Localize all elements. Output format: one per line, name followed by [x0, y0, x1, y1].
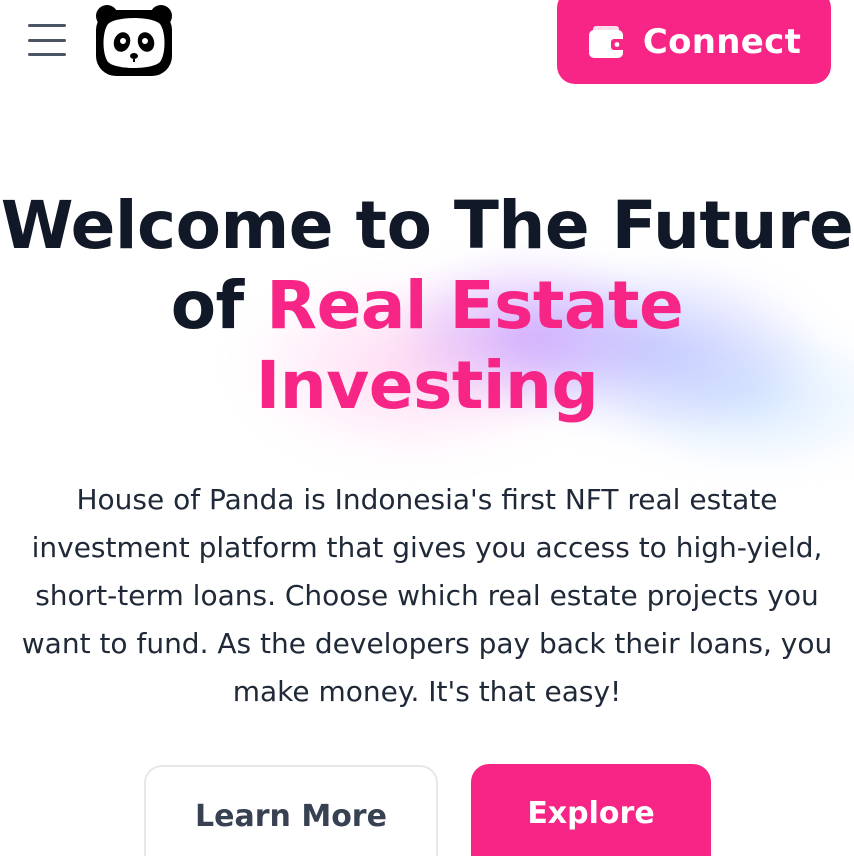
hero-title-line-1: Welcome to The Future — [0, 187, 854, 264]
explore-label: Explore — [527, 796, 655, 831]
hero-title: Welcome to The Future of Real Estate Inv… — [0, 186, 854, 426]
menu-line — [28, 53, 66, 56]
page: Connect Welcome to The Future of Real Es… — [0, 0, 854, 856]
hero-title-line-2-prefix: of — [170, 267, 267, 344]
explore-button[interactable]: Explore — [471, 764, 711, 856]
learn-more-label: Learn More — [195, 799, 387, 834]
hamburger-menu-icon[interactable] — [28, 24, 66, 56]
menu-line — [28, 38, 66, 42]
wallet-icon — [587, 24, 627, 60]
connect-button-label: Connect — [642, 22, 802, 62]
panda-logo-icon[interactable] — [94, 4, 174, 78]
menu-line — [28, 24, 66, 27]
connect-button[interactable]: Connect — [557, 0, 831, 84]
hero-description: House of Panda is Indonesia's first NFT … — [21, 483, 833, 708]
hero-title-accent-1: Real Estate — [266, 267, 684, 344]
hero-title-accent-2: Investing — [255, 347, 599, 424]
learn-more-button[interactable]: Learn More — [144, 765, 438, 856]
